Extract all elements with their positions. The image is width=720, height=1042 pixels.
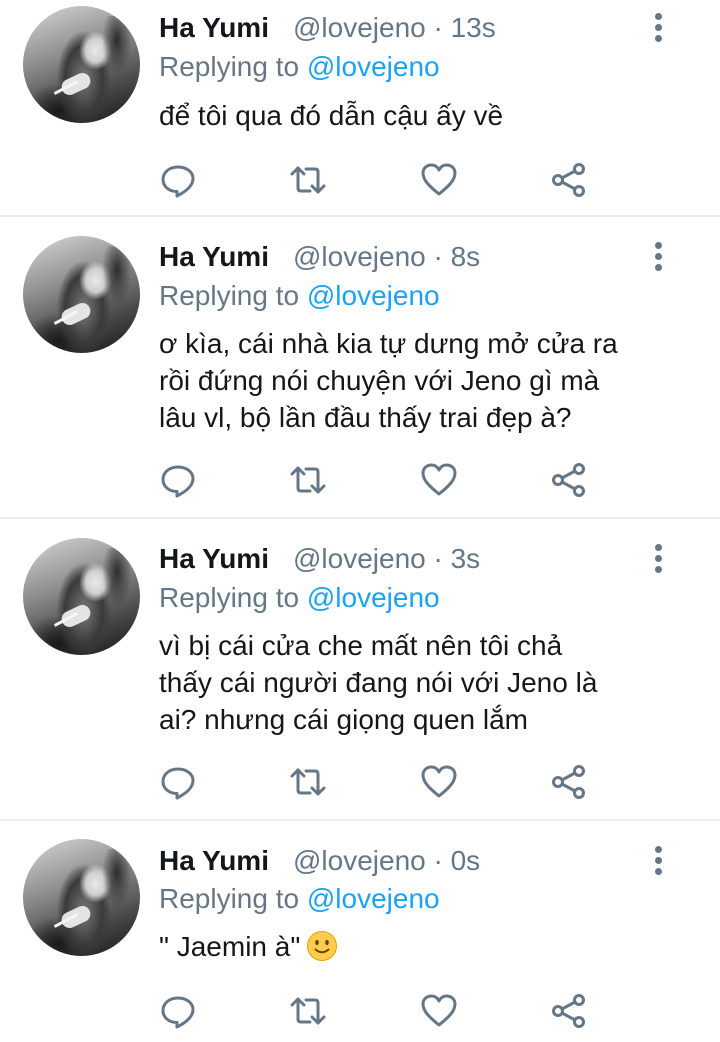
- replying-to: Replying to @lovejeno: [159, 582, 440, 614]
- display-name[interactable]: Ha Yumi: [159, 543, 269, 575]
- retweet-icon[interactable]: [288, 762, 328, 802]
- more-vertical-icon[interactable]: [650, 846, 668, 876]
- tweet-actions: [0, 762, 720, 802]
- reply-icon[interactable]: [158, 160, 198, 200]
- tweet-text: " Jaemin à": [159, 928, 679, 965]
- avatar[interactable]: [23, 236, 140, 353]
- share-icon[interactable]: [549, 762, 589, 802]
- more-vertical-icon[interactable]: [650, 544, 668, 574]
- tweet-text-line: ơ kìa, cái nhà kia tự dưng mở cửa ra: [159, 328, 618, 359]
- avatar[interactable]: [23, 538, 140, 655]
- handle-and-time: @lovejeno · 8s: [293, 241, 481, 272]
- handle-and-time: @lovejeno · 0s: [293, 845, 481, 876]
- mention-link[interactable]: @lovejeno: [307, 51, 440, 82]
- heart-icon[interactable]: [419, 160, 459, 200]
- share-icon[interactable]: [549, 160, 589, 200]
- tweet-text-line: thấy cái người đang nói với Jeno là: [159, 667, 598, 698]
- tweet[interactable]: Ha Yumi @lovejeno · 8s Replying to @love…: [0, 217, 720, 517]
- handle-and-time: @lovejeno · 13s: [293, 12, 496, 43]
- reply-icon[interactable]: [158, 460, 198, 500]
- replying-prefix: Replying to: [159, 280, 307, 311]
- retweet-icon[interactable]: [288, 460, 328, 500]
- tweet-text-line: ai? nhưng cái giọng quen lắm: [159, 704, 529, 735]
- retweet-icon[interactable]: [288, 991, 328, 1031]
- tweet-text-content: " Jaemin à": [159, 931, 301, 962]
- share-icon[interactable]: [549, 460, 589, 500]
- avatar[interactable]: [23, 6, 140, 123]
- tweet-actions: [0, 991, 720, 1031]
- tweet-text-line: để tôi qua đó dẫn cậu ấy về: [159, 100, 504, 131]
- tweet[interactable]: Ha Yumi @lovejeno · 3s Replying to @love…: [0, 519, 720, 819]
- replying-prefix: Replying to: [159, 582, 307, 613]
- reply-icon[interactable]: [158, 762, 198, 802]
- tweet-text-line: rồi đứng nói chuyện với Jeno gì mà: [159, 365, 600, 396]
- tweet-text-line: vì bị cái cửa che mất nên tôi chả: [159, 630, 563, 661]
- slightly-smiling-face-icon: [307, 931, 338, 961]
- heart-icon[interactable]: [419, 991, 459, 1031]
- mention-link[interactable]: @lovejeno: [307, 582, 440, 613]
- more-vertical-icon[interactable]: [650, 242, 668, 272]
- display-name[interactable]: Ha Yumi: [159, 241, 269, 273]
- replying-to: Replying to @lovejeno: [159, 883, 440, 915]
- replying-to: Replying to @lovejeno: [159, 51, 440, 83]
- tweet[interactable]: Ha Yumi @lovejeno · 13s Replying to @lov…: [0, 0, 720, 216]
- display-name[interactable]: Ha Yumi: [159, 12, 269, 44]
- tweet-text: vì bị cái cửa che mất nên tôi chả thấy c…: [159, 627, 679, 738]
- more-vertical-icon[interactable]: [650, 13, 668, 43]
- tweet-actions: [0, 460, 720, 500]
- share-icon[interactable]: [549, 991, 589, 1031]
- replying-prefix: Replying to: [159, 51, 307, 82]
- mention-link[interactable]: @lovejeno: [307, 280, 440, 311]
- tweet[interactable]: Ha Yumi @lovejeno · 0s Replying to @love…: [0, 821, 720, 1042]
- tweet-text-line: lâu vl, bộ lần đầu thấy trai đẹp à?: [159, 402, 572, 433]
- handle-and-time: @lovejeno · 3s: [293, 543, 481, 574]
- heart-icon[interactable]: [419, 460, 459, 500]
- replying-to: Replying to @lovejeno: [159, 280, 440, 312]
- avatar[interactable]: [23, 839, 140, 956]
- retweet-icon[interactable]: [288, 160, 328, 200]
- tweet-text-line: " Jaemin à": [159, 928, 679, 965]
- heart-icon[interactable]: [419, 762, 459, 802]
- tweet-text: ơ kìa, cái nhà kia tự dưng mở cửa ra rồi…: [159, 325, 679, 436]
- tweet-text: để tôi qua đó dẫn cậu ấy về: [159, 97, 679, 134]
- tweet-actions: [0, 160, 720, 200]
- mention-link[interactable]: @lovejeno: [307, 883, 440, 914]
- replying-prefix: Replying to: [159, 883, 307, 914]
- display-name[interactable]: Ha Yumi: [159, 845, 269, 877]
- reply-icon[interactable]: [158, 991, 198, 1031]
